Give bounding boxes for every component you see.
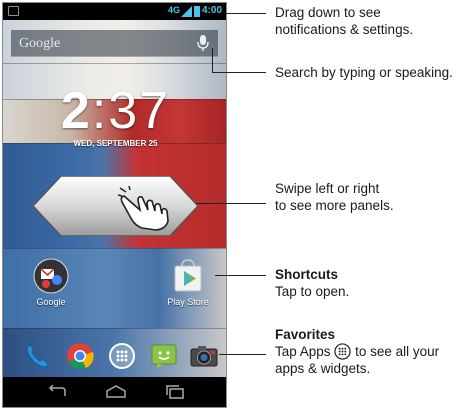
callout-text: apps & widgets.: [275, 361, 371, 376]
callout-text: to see more panels.: [275, 198, 394, 213]
callout-text: notifications & settings.: [275, 22, 414, 37]
shortcut-google[interactable]: Google: [6, 258, 96, 307]
shortcut-label: Play Store: [167, 297, 209, 307]
apps-icon: [334, 343, 351, 360]
network-type: 4G: [168, 5, 181, 15]
plank-line: [3, 63, 226, 64]
plank-line: [3, 248, 226, 249]
clock-hour: 2: [60, 82, 92, 140]
leader-line-favorites: [219, 354, 266, 355]
gmail-folder-icon: [33, 258, 69, 294]
callout-search: Search by typing or speaking.: [275, 64, 453, 81]
leader-line-shortcuts: [215, 275, 266, 276]
plank-line: [3, 328, 226, 329]
google-logo: Google: [19, 36, 61, 51]
signal-icon: [181, 6, 192, 17]
callout-shortcuts: Shortcuts Tap to open.: [275, 266, 349, 300]
callout-text-row: Tap Apps to see all your: [275, 343, 439, 360]
clock-widget[interactable]: 2:37: [3, 81, 226, 141]
apps-icon[interactable]: [107, 341, 137, 371]
phone-icon[interactable]: [22, 341, 52, 371]
leader-line-search-vertical: [212, 48, 213, 72]
callout-text: Tap Apps: [275, 344, 331, 359]
callout-swipe: Swipe left or right to see more panels.: [275, 180, 394, 214]
date-label: WED, SEPTEMBER 25: [73, 139, 158, 148]
callout-text: Tap to open.: [275, 284, 350, 299]
recent-apps-icon[interactable]: [163, 385, 187, 399]
messaging-icon[interactable]: [149, 341, 179, 371]
callout-text: Swipe left or right: [275, 181, 380, 196]
callout-text: Search by typing or speaking.: [275, 65, 453, 80]
callout-text: to see all your: [355, 344, 440, 359]
status-time: 4:00: [201, 5, 222, 16]
shortcut-label: Google: [36, 297, 66, 307]
leader-line-notifications: [226, 13, 266, 14]
microphone-icon[interactable]: [196, 34, 210, 52]
callout-title: Favorites: [275, 327, 336, 342]
camera-icon[interactable]: [189, 341, 219, 371]
notification-icon: [8, 6, 19, 16]
favorites-tray: [3, 337, 226, 379]
shortcut-play-store[interactable]: Play Store: [143, 258, 226, 307]
navigation-bar: [3, 377, 226, 407]
leader-line-search: [212, 72, 266, 73]
home-icon[interactable]: [104, 385, 128, 399]
leader-line-swipe: [196, 203, 266, 204]
clock-minutes: :37: [91, 82, 171, 140]
google-search-bar[interactable]: Google: [11, 30, 218, 57]
back-icon[interactable]: [45, 385, 69, 399]
hand-pointer-icon: [118, 186, 169, 231]
play-store-icon: [174, 259, 202, 292]
callout-text: Drag down to see: [275, 5, 381, 20]
callout-title: Shortcuts: [275, 267, 339, 282]
chrome-icon[interactable]: [65, 341, 95, 371]
battery-icon: [194, 6, 200, 17]
phone-screen: 4G 4:00 Google 2:37 WED, SEPTEMBER 25 Go…: [2, 2, 227, 408]
callout-notifications: Drag down to see notifications & setting…: [275, 4, 413, 38]
status-bar[interactable]: 4G 4:00: [3, 3, 226, 20]
callout-favorites: Favorites Tap Apps to see all your apps …: [275, 326, 439, 377]
